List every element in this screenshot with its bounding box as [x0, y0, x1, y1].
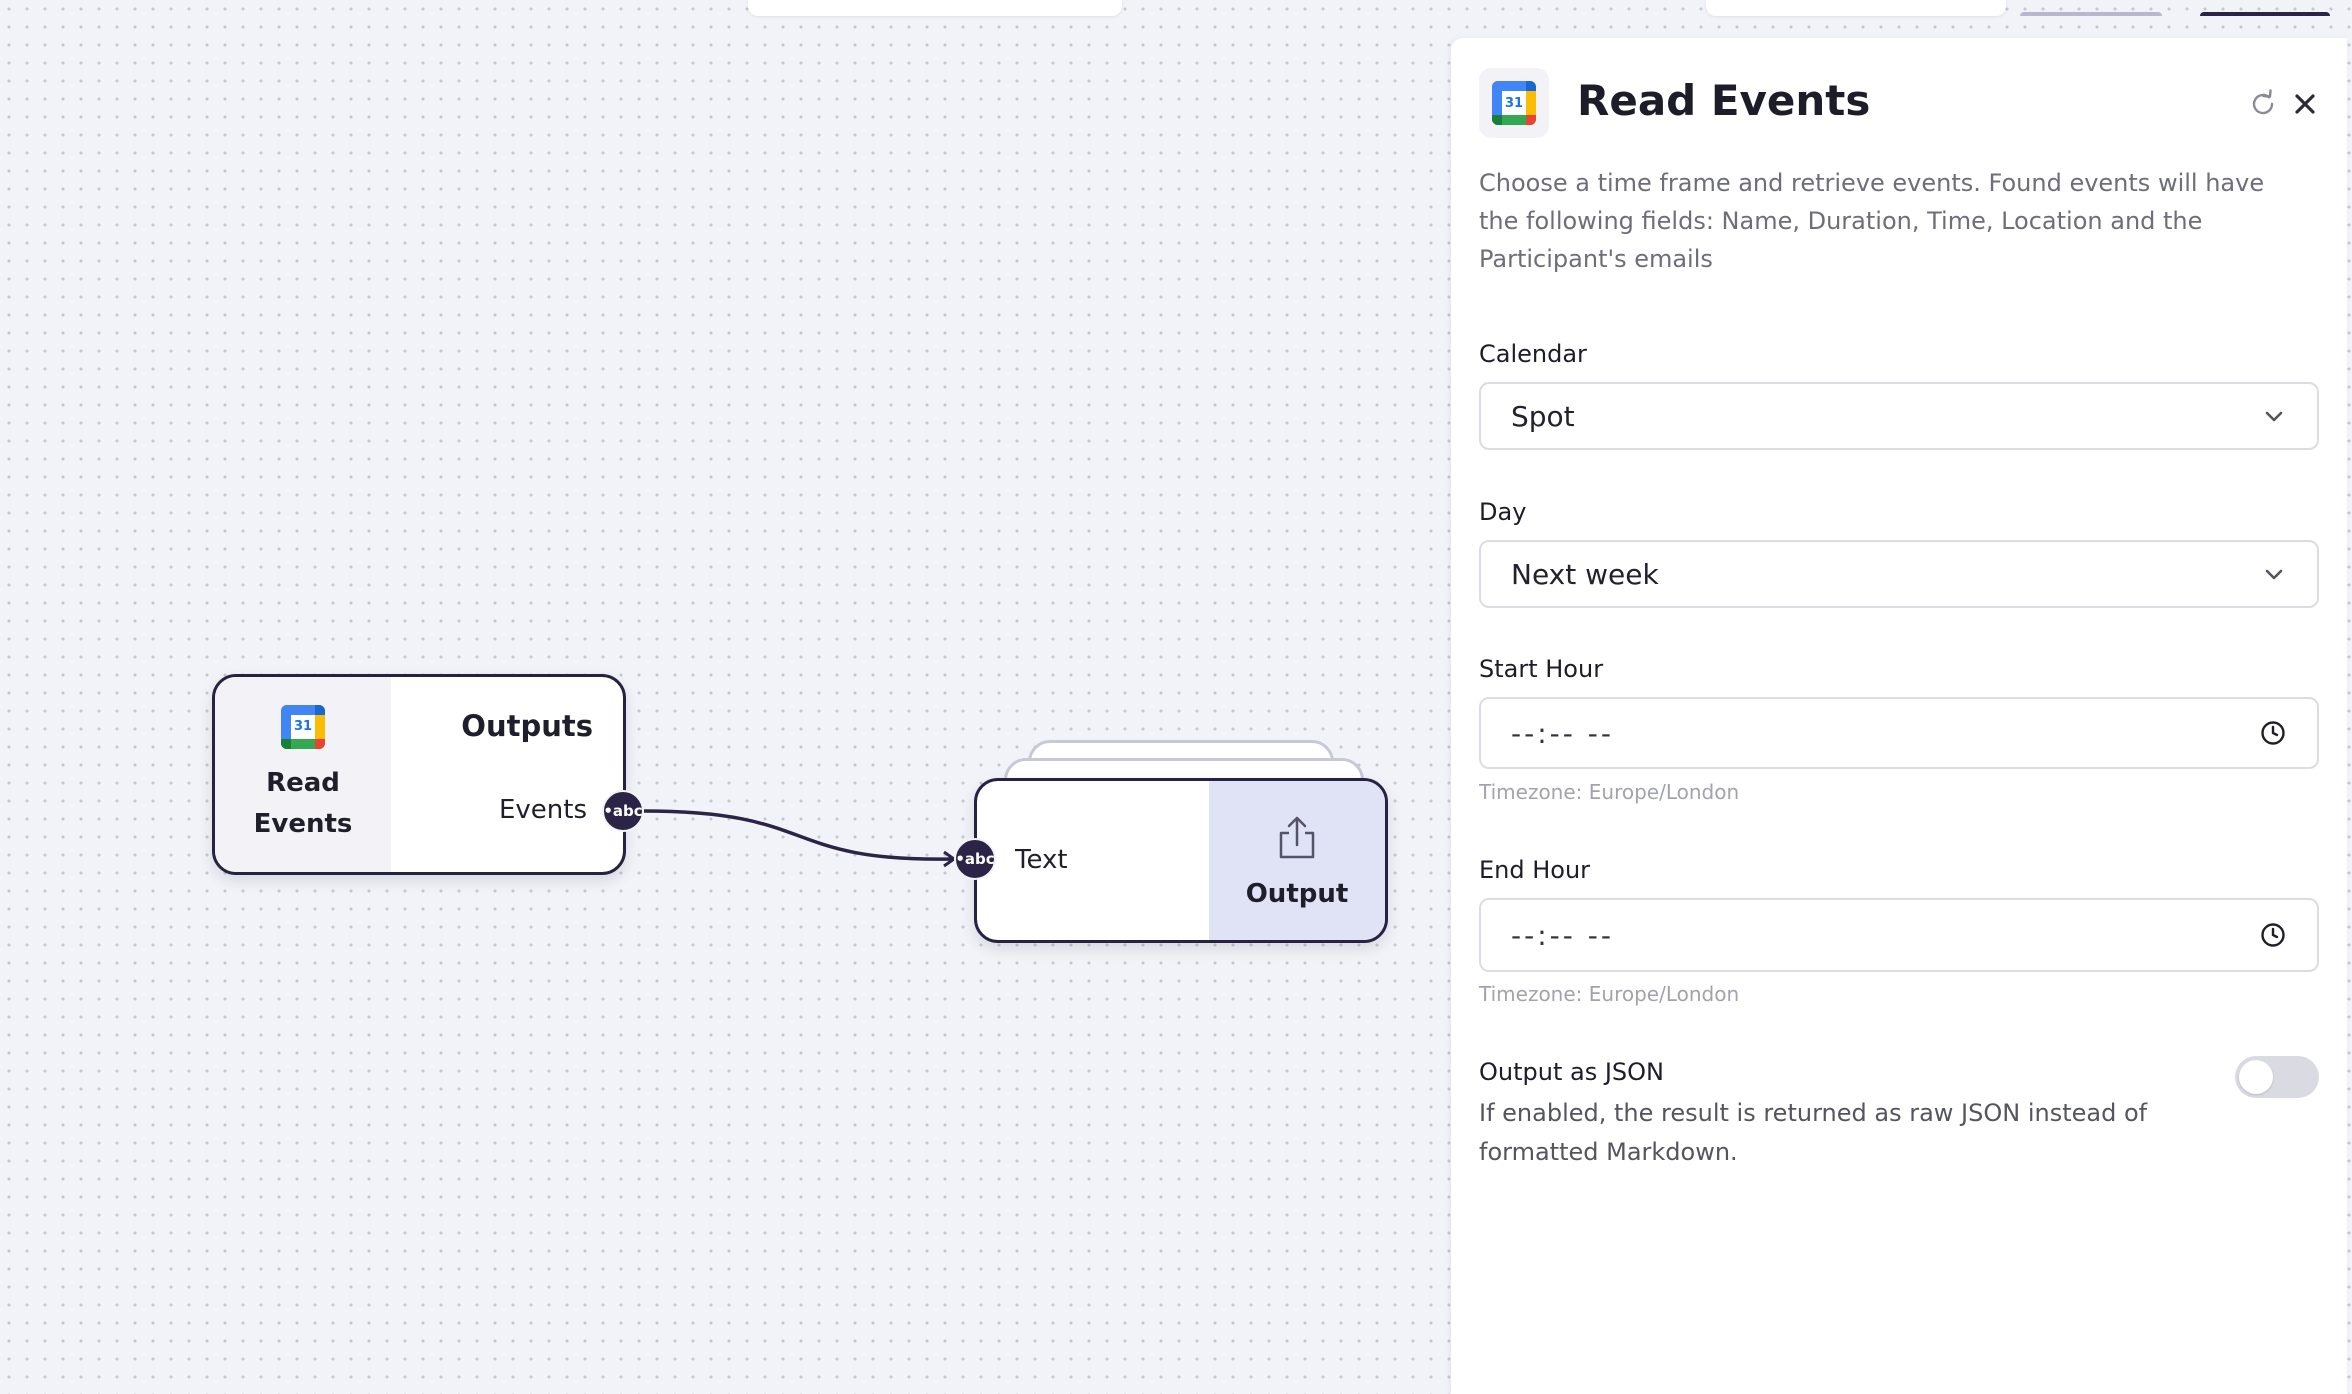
clock-icon[interactable] [2259, 921, 2287, 949]
input-port-label: Text [1015, 845, 1068, 875]
day-label: Day [1479, 498, 1527, 526]
end-hour-label: End Hour [1479, 856, 1591, 884]
top-toolbar-card-right [1706, 0, 2330, 16]
day-select[interactable]: Next week [1479, 540, 2319, 608]
node-title: Read Events [253, 767, 353, 839]
share-upload-icon [1279, 816, 1315, 858]
end-hour-value: --:-- -- [1511, 918, 1614, 952]
node-title: Output [1245, 878, 1349, 909]
output-port-events[interactable]: •abc [602, 790, 644, 832]
day-selected-value: Next week [1511, 557, 1659, 591]
google-calendar-icon: 31 [1492, 81, 1536, 125]
node-output[interactable]: Text Output [974, 778, 1388, 943]
refresh-button[interactable] [2245, 86, 2281, 122]
calendar-day-number: 31 [1502, 91, 1526, 115]
clock-icon[interactable] [2259, 719, 2287, 747]
end-hour-timezone-hint: Timezone: Europe/London [1479, 982, 1740, 1006]
connection-edge[interactable] [643, 809, 953, 861]
port-type-badge: •abc [603, 802, 643, 820]
chevron-down-icon [2265, 411, 2283, 422]
end-hour-input[interactable]: --:-- -- [1479, 898, 2319, 972]
node-settings-panel: 31 Read Events Choose a time frame and r… [1451, 38, 2347, 1394]
google-calendar-icon: 31 [281, 704, 325, 749]
edge-arrowhead-icon [943, 850, 957, 868]
node-outputs: Outputs Events [391, 677, 623, 872]
input-port-text[interactable]: •abc [954, 838, 996, 880]
toolbar-button[interactable] [2200, 12, 2330, 16]
panel-title: Read Events [1577, 76, 1871, 125]
panel-icon-box: 31 [1479, 68, 1549, 138]
node-header: Output [1209, 781, 1385, 940]
start-hour-timezone-hint: Timezone: Europe/London [1479, 780, 1740, 804]
output-json-label: Output as JSON [1479, 1058, 1664, 1086]
refresh-icon [2252, 89, 2274, 115]
start-hour-input[interactable]: --:-- -- [1479, 697, 2319, 769]
calendar-label: Calendar [1479, 340, 1587, 368]
output-json-toggle[interactable] [2235, 1056, 2319, 1098]
close-button[interactable] [2287, 86, 2323, 122]
calendar-day-number: 31 [291, 714, 315, 739]
port-type-badge: •abc [955, 850, 995, 868]
outputs-heading: Outputs [461, 709, 593, 743]
start-hour-label: Start Hour [1479, 655, 1604, 683]
close-icon [2295, 94, 2315, 114]
node-read-events[interactable]: 31 Read Events Outputs Events [212, 674, 626, 875]
output-port-label: Events [498, 795, 587, 825]
toolbar-button[interactable] [2020, 12, 2162, 16]
top-toolbar-card [748, 0, 1122, 16]
node-header: 31 Read Events [215, 677, 391, 872]
output-json-description: If enabled, the result is returned as ra… [1479, 1099, 2148, 1166]
toggle-knob [2239, 1060, 2273, 1094]
app-root: 31 Read Events Outputs Events •abc Text [0, 0, 2352, 1394]
chevron-down-icon [2265, 569, 2283, 580]
start-hour-value: --:-- -- [1511, 716, 1614, 750]
calendar-selected-value: Spot [1511, 399, 1575, 433]
node-inputs: Text [977, 781, 1209, 940]
calendar-select[interactable]: Spot [1479, 382, 2319, 450]
panel-description: Choose a time frame and retrieve events.… [1479, 169, 2265, 273]
